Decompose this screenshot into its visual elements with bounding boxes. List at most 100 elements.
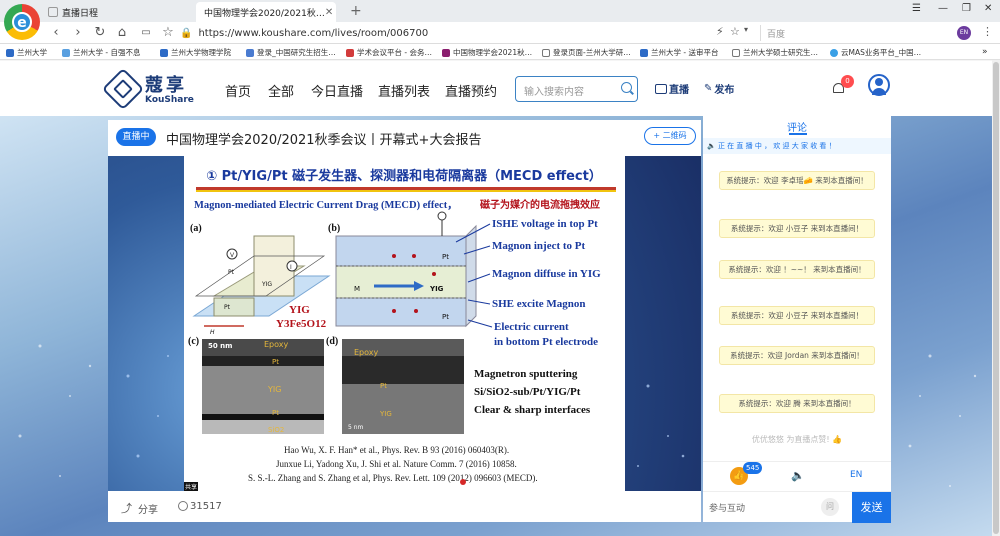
- close-tab-icon[interactable]: ✕: [325, 7, 333, 18]
- menu-icon[interactable]: ☰: [912, 3, 921, 14]
- browser-logo-icon[interactable]: e: [4, 4, 40, 40]
- tab-underline: [789, 133, 807, 135]
- search-icon[interactable]: [621, 82, 632, 93]
- views-icon: [178, 501, 188, 511]
- home-icon[interactable]: ⌂: [114, 25, 130, 41]
- bookmark-item[interactable]: 兰州大学物理学院: [160, 47, 231, 58]
- like-notice: 优优悠悠 为直播点赞! 👍: [751, 435, 843, 444]
- svg-text:YIG: YIG: [429, 285, 444, 293]
- tab-schedule[interactable]: 直播日程: [44, 2, 194, 22]
- sputter-line-1: Magnetron sputtering: [474, 368, 578, 380]
- share-label[interactable]: 分享: [138, 501, 158, 516]
- nav-home[interactable]: 首页: [225, 81, 251, 100]
- nav-all[interactable]: 全部: [268, 81, 294, 100]
- close-window-icon[interactable]: ✕: [984, 3, 992, 14]
- tem-d-scale: 5 nm: [348, 424, 364, 431]
- label-she-excite: SHE excite Magnon: [492, 298, 586, 310]
- publish-button[interactable]: ✎ 发布: [704, 81, 734, 96]
- refresh-icon[interactable]: ↻: [92, 25, 108, 41]
- bookmark-icon: [6, 48, 14, 57]
- room-title: 中国物理学会2020/2021秋季会议丨开幕式+大会报告: [166, 133, 482, 148]
- logo-cn: 蔻享: [145, 75, 187, 96]
- bookmark-item[interactable]: 兰州大学 - 送审平台: [640, 47, 718, 58]
- language-toggle[interactable]: EN: [850, 470, 862, 480]
- more-bookmarks-icon[interactable]: »: [982, 47, 988, 57]
- share-icon[interactable]: ⤴: [121, 500, 132, 516]
- chat-input[interactable]: 参与互动: [709, 501, 745, 514]
- bookmark-icon: [640, 48, 648, 57]
- tab-groups-icon[interactable]: ▭: [138, 25, 154, 41]
- tab-live-room[interactable]: 中国物理学会2020/2021秋… ✕: [196, 2, 336, 22]
- new-tab-icon[interactable]: +: [350, 3, 362, 19]
- chat-controls: 👍 545 🔈 EN: [703, 461, 891, 491]
- koushare-logo[interactable]: 蔻享 KouShare: [101, 67, 198, 111]
- bookmark-item[interactable]: 兰州大学硕士研究生…: [732, 47, 818, 58]
- question-button[interactable]: 问: [821, 498, 839, 516]
- search-placeholder: 输入搜索内容: [524, 87, 584, 98]
- tab-title: 直播日程: [62, 8, 99, 19]
- send-button[interactable]: 发送: [852, 492, 891, 523]
- more-menu-icon[interactable]: ⋮: [982, 25, 993, 38]
- scrollbar-thumb[interactable]: [993, 62, 999, 534]
- forward-icon[interactable]: ›: [70, 25, 86, 41]
- panel-label-b: (b): [328, 223, 340, 234]
- qr-code-button[interactable]: + 二维码: [644, 127, 696, 145]
- bookmark-item[interactable]: 云MAS业务平台_中国…: [830, 47, 921, 58]
- system-message: 系统提示：欢迎 Jordan 来到本直播间！: [719, 346, 875, 365]
- nav-live-list[interactable]: 直播列表: [378, 81, 430, 100]
- bookmark-icon: [732, 48, 740, 57]
- page-scrollbar[interactable]: [992, 60, 1000, 536]
- panel-label-a: (a): [190, 223, 202, 234]
- search-engine-box[interactable]: 百度: [760, 25, 938, 41]
- tem-c-pt-bottom: Pt: [272, 409, 279, 417]
- address-bar[interactable]: 🔒 https://www.koushare.com/lives/room/00…: [180, 24, 716, 42]
- panel-label-d: (d): [326, 336, 338, 347]
- notification-bell-icon[interactable]: 0: [832, 75, 854, 97]
- bookmark-item[interactable]: 兰州大学 - 自强不息: [62, 47, 140, 58]
- back-icon[interactable]: ‹: [48, 25, 64, 41]
- sputter-line-3: Clear & sharp interfaces: [474, 404, 591, 416]
- url-text: https://www.koushare.com/lives/room/0067…: [198, 27, 429, 39]
- slide-heading: ① Pt/YIG/Pt 磁子发生器、探测器和电荷隔离器（MECD effect）: [206, 168, 602, 184]
- site-search-input[interactable]: 输入搜索内容: [515, 76, 638, 102]
- dropdown-icon[interactable]: ▾: [744, 25, 748, 34]
- pen-icon: ✎: [704, 83, 713, 94]
- system-message: 系统提示：欢迎 ！~~！ 来到本直播间！: [719, 260, 875, 279]
- restore-icon[interactable]: ❐: [962, 3, 971, 14]
- laser-pointer-dot: [460, 479, 466, 485]
- live-button[interactable]: 直播: [655, 81, 689, 96]
- like-count-badge: 545: [743, 462, 763, 474]
- slide-subheading-en: Magnon-mediated Electric Current Drag (M…: [194, 200, 458, 211]
- user-avatar-icon[interactable]: [868, 74, 890, 96]
- svg-text:Pt: Pt: [442, 313, 449, 321]
- nav-today-live[interactable]: 今日直播: [311, 81, 363, 100]
- site-header: 蔻享 KouShare 首页 全部 今日直播 直播列表 直播预约 输入搜索内容 …: [0, 61, 1000, 116]
- mute-icon[interactable]: 🔈: [791, 469, 805, 482]
- slide-content: ① Pt/YIG/Pt 磁子发生器、探测器和电荷隔离器（MECD effect）…: [184, 168, 616, 491]
- bookmark-item[interactable]: 中国物理学会2021秋…: [442, 47, 532, 58]
- speaker-icon: 🔈: [707, 142, 716, 150]
- minimize-icon[interactable]: —: [938, 3, 948, 14]
- heading-rule-accent: [196, 190, 616, 192]
- tem-d-yig: YIG: [379, 410, 392, 418]
- svg-text:Pt: Pt: [228, 269, 235, 276]
- browser-toolbar: ‹ › ↻ ⌂ ▭ ☆ 🔒 https://www.koushare.com/l…: [0, 22, 1000, 44]
- profile-avatar[interactable]: EN: [957, 26, 971, 40]
- favorite-icon[interactable]: ☆: [730, 25, 740, 38]
- nav-live-booking[interactable]: 直播预约: [445, 81, 497, 100]
- bookmark-item[interactable]: 学术会议平台 - 会务…: [346, 47, 432, 58]
- bookmark-item[interactable]: 登录_中国研究生招生…: [246, 47, 336, 58]
- secure-lock-icon: 🔒: [180, 27, 193, 39]
- bookmark-icon: [160, 48, 168, 57]
- bookmark-icon: [246, 48, 254, 57]
- tem-c-yig: YIG: [267, 385, 281, 394]
- logo-mark-icon: [101, 67, 145, 111]
- bookmark-icon: [830, 48, 838, 57]
- bookmark-star-icon[interactable]: ☆: [160, 25, 176, 41]
- bookmark-item[interactable]: 兰州大学: [6, 47, 47, 58]
- bookmark-icon: [62, 48, 70, 57]
- bookmark-item[interactable]: 登录页面-兰州大学研…: [542, 47, 631, 58]
- speed-mode-icon[interactable]: ⚡: [716, 25, 724, 38]
- system-message: 系统提示：欢迎 腾 来到本直播间！: [719, 394, 875, 413]
- comment-title[interactable]: 评论: [703, 119, 891, 134]
